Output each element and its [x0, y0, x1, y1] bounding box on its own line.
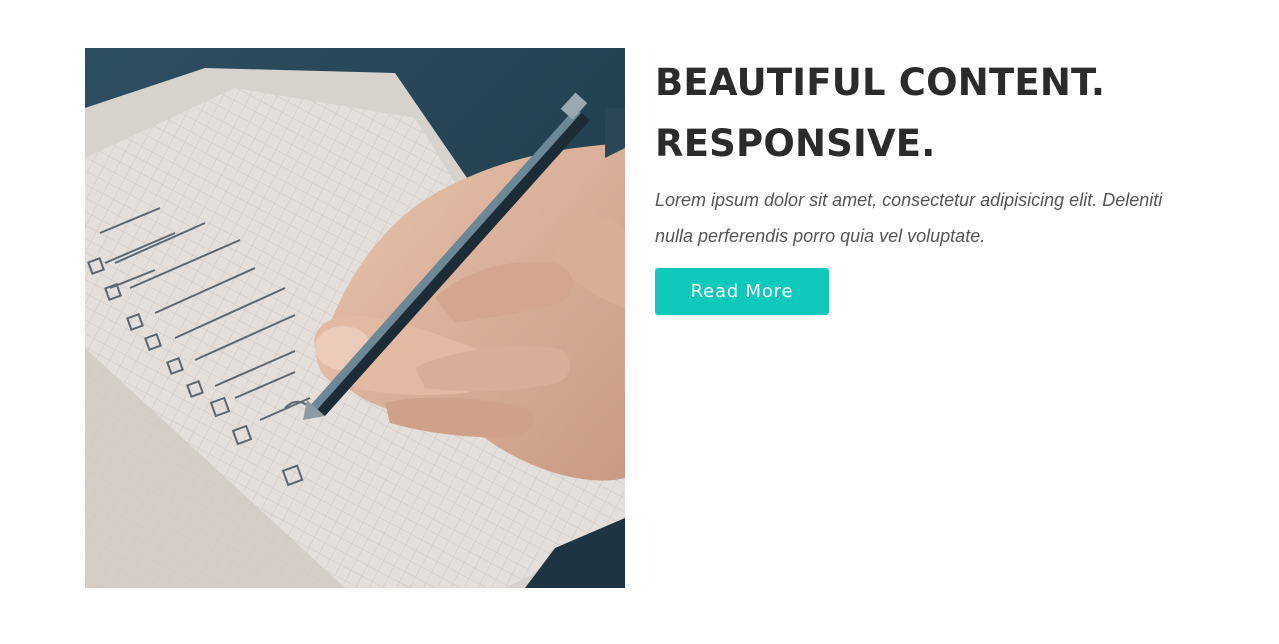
heading-line-2: RESPONSIVE.	[655, 122, 936, 165]
feature-description: Lorem ipsum dolor sit amet, consectetur …	[655, 190, 1163, 246]
feature-image	[85, 48, 625, 588]
feature-section: BEAUTIFUL CONTENT. RESPONSIVE. Lorem ips…	[0, 0, 1279, 644]
read-more-button[interactable]: Read More	[655, 268, 829, 315]
feature-content: BEAUTIFUL CONTENT. RESPONSIVE. Lorem ips…	[655, 52, 1215, 315]
feature-heading: BEAUTIFUL CONTENT. RESPONSIVE.	[655, 52, 1215, 174]
heading-line-1: BEAUTIFUL CONTENT.	[655, 61, 1106, 104]
